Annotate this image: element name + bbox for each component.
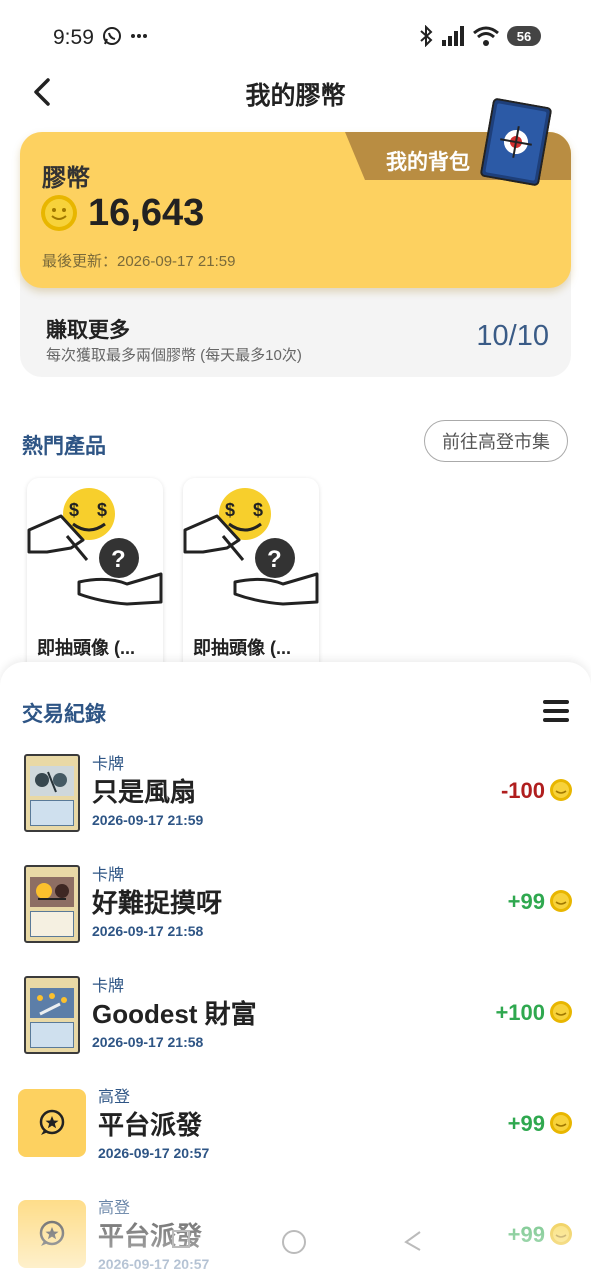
transaction-name: 平台派發	[98, 1110, 203, 1140]
menu-bar	[543, 700, 569, 704]
svg-text:$: $	[253, 500, 263, 520]
transaction-date: 2026-09-17 21:58	[92, 923, 204, 939]
menu-bar	[543, 709, 569, 713]
svg-text:?: ?	[267, 546, 282, 573]
product-name: 即抽頭像 (...	[193, 638, 291, 658]
status-time: 9:59	[53, 26, 94, 49]
card-art	[30, 988, 74, 1018]
transaction-amount: +100	[495, 1000, 545, 1025]
earn-subtitle: 每次獲取最多兩個膠幣 (每天最多10次)	[46, 347, 302, 364]
signal-icon	[442, 26, 464, 46]
coin-icon	[41, 195, 77, 231]
card-thumbnail	[24, 754, 80, 832]
svg-text:$: $	[69, 500, 79, 520]
earn-count: 10/10	[476, 320, 549, 352]
transactions-title: 交易紀錄	[22, 703, 106, 726]
star-chat-icon	[39, 1220, 65, 1246]
card-text-box	[30, 800, 74, 826]
transaction-category: 卡牌	[92, 867, 125, 884]
transaction-amount: +99	[507, 1222, 545, 1247]
card-text-box	[30, 1022, 74, 1048]
earn-more-row[interactable]: 賺取更多 每次獲取最多兩個膠幣 (每天最多10次) 10/10	[20, 288, 571, 377]
status-bar: 9:59 56	[0, 0, 591, 75]
platform-thumbnail	[18, 1200, 86, 1268]
card-art	[30, 877, 74, 907]
lucky-draw-avatar-icon: $ $ ?	[183, 488, 319, 606]
transaction-category: 高登	[98, 1089, 131, 1106]
coin-amount: 16,643	[88, 192, 205, 234]
coin-updated-time: 最後更新：2026-09-17 21:59	[42, 253, 236, 270]
nav-back-gesture-icon[interactable]	[170, 1228, 192, 1250]
transaction-name: 只是風扇	[92, 777, 197, 807]
transaction-category: 卡牌	[92, 756, 125, 773]
transaction-name: Goodest 財富	[92, 999, 257, 1029]
transaction-name: 好難捉摸呀	[92, 888, 223, 918]
transaction-amount: -100	[500, 778, 545, 803]
menu-button[interactable]	[543, 700, 569, 722]
transaction-date: 2026-09-17 21:59	[92, 812, 204, 828]
transaction-row[interactable]: 卡牌 Goodest 財富 2026-09-17 21:58 +100	[0, 970, 591, 1070]
star-chat-icon	[39, 1109, 65, 1135]
more-dots-icon	[131, 34, 147, 38]
nav-recents-gesture-icon[interactable]	[400, 1228, 424, 1252]
bluetooth-icon	[420, 25, 433, 47]
nav-home-gesture-icon[interactable]	[280, 1228, 308, 1256]
coin-icon	[550, 779, 572, 801]
svg-text:$: $	[97, 500, 107, 520]
transaction-row[interactable]: 高登 平台派發 2026-09-17 20:57 +99	[0, 1081, 591, 1181]
coin-icon	[550, 1112, 572, 1134]
transaction-amount: +99	[507, 1111, 545, 1136]
card-art	[30, 766, 74, 796]
transaction-date: 2026-09-17 21:58	[92, 1034, 204, 1050]
svg-text:?: ?	[111, 546, 126, 573]
battery-indicator: 56	[507, 26, 541, 46]
coin-label: 膠幣	[42, 165, 90, 192]
menu-bar	[543, 718, 569, 722]
platform-thumbnail	[18, 1089, 86, 1157]
card-text-box	[30, 911, 74, 937]
transaction-category: 卡牌	[92, 978, 125, 995]
lucky-draw-avatar-icon: $ $ ?	[27, 488, 163, 606]
transaction-amount: +99	[507, 889, 545, 914]
card-thumbnail	[24, 865, 80, 943]
my-bag-label[interactable]: 我的背包	[386, 146, 470, 176]
product-card[interactable]: $ $ ? 即抽頭像 (...	[183, 478, 319, 678]
earn-title: 賺取更多	[46, 319, 130, 342]
transactions-sheet: 交易紀錄 卡牌 只是風扇 2026-09-17 21:59 -100 卡牌 好難…	[0, 662, 591, 1280]
go-to-market-button[interactable]: 前往高登市集	[424, 420, 568, 462]
coin-icon	[550, 1223, 572, 1245]
hot-products-title: 熱門產品	[22, 435, 106, 458]
card-thumbnail	[24, 976, 80, 1054]
transaction-category: 高登	[98, 1200, 131, 1217]
product-name: 即抽頭像 (...	[37, 638, 135, 658]
coin-icon	[550, 1001, 572, 1023]
svg-text:$: $	[225, 500, 235, 520]
transaction-row[interactable]: 卡牌 好難捉摸呀 2026-09-17 21:58 +99	[0, 859, 591, 959]
coin-card: 膠幣 16,643 最後更新：2026-09-17 21:59 我的背包 賺取更…	[20, 98, 571, 377]
wifi-icon	[473, 26, 499, 46]
transaction-date: 2026-09-17 20:57	[98, 1145, 210, 1161]
product-card[interactable]: $ $ ? 即抽頭像 (...	[27, 478, 163, 678]
transaction-date: 2026-09-17 20:57	[98, 1256, 210, 1272]
coin-icon	[550, 890, 572, 912]
whatsapp-icon	[103, 27, 121, 45]
transaction-row[interactable]: 卡牌 只是風扇 2026-09-17 21:59 -100	[0, 748, 591, 848]
